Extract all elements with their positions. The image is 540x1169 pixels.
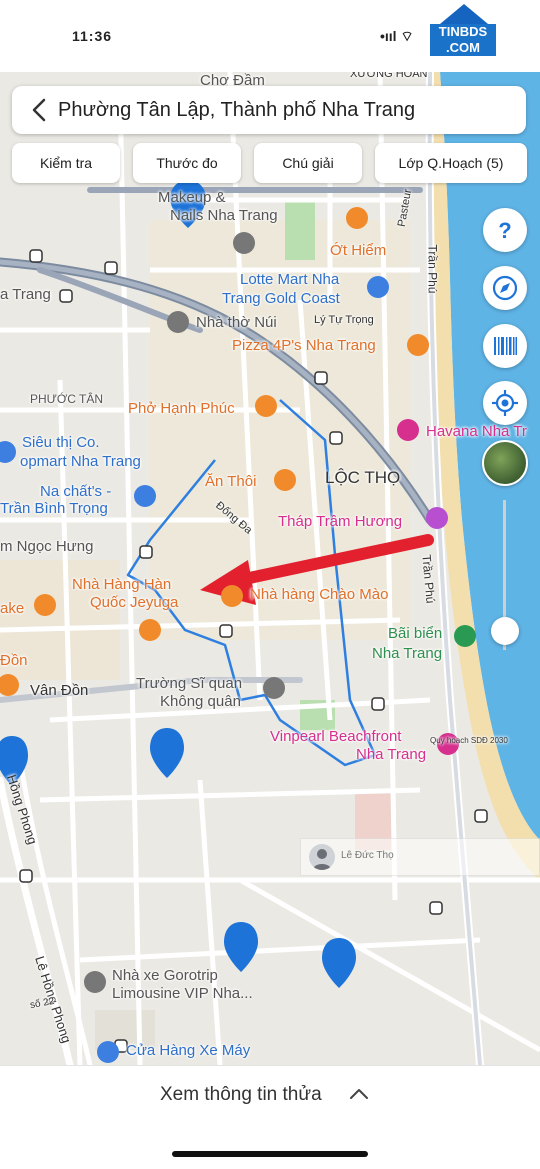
status-time: 11:36	[72, 28, 113, 44]
compass-icon	[492, 275, 518, 301]
label-bai-bien-1: Bãi biển	[388, 625, 443, 642]
label-truong-si-1: Trường Sĩ quan	[136, 675, 243, 692]
label-bai-bien-2: Nha Trang	[372, 645, 443, 662]
location-title: Phường Tân Lập, Thành phố Nha Trang	[58, 99, 416, 121]
svg-text:?: ?	[498, 218, 511, 243]
measure-button[interactable]: Thước đo	[133, 143, 241, 183]
label-an-thoi: Ăn Thôi	[205, 473, 257, 490]
label-sieuthi-2: opmart Nha Trang	[20, 453, 141, 470]
label-ngoc-hung: m Ngọc Hưng	[0, 538, 94, 555]
label-lotte-1: Lotte Mart Nha	[240, 271, 340, 288]
barcode-button[interactable]	[483, 324, 527, 368]
label-chao-mao: Nhà hàng Chào Mào	[250, 586, 389, 603]
label-xe-may: Cửa Hàng Xe Máy	[126, 1042, 251, 1059]
watermark-logo: TINBDS .COM	[430, 4, 496, 62]
house-icon	[440, 4, 488, 24]
label-pizza: Pizza 4P's Nha Trang	[232, 337, 376, 354]
label-loc-tho: LỘC THỌ	[325, 468, 401, 487]
label-makeup: Makeup &	[158, 189, 226, 206]
label-lotte-2: Trang Gold Coast	[222, 290, 340, 307]
label-van-don: Vân Đồn	[30, 682, 89, 699]
label-gorotrip-1: Nhà xe Gorotrip	[112, 967, 218, 984]
label-sieuthi-1: Siêu thị Co.	[22, 434, 100, 451]
label-nails: Nails Nha Trang	[170, 207, 278, 224]
watermark-line1: TINBDS	[438, 24, 488, 39]
status-bar: 11:36 •ııl ⌔ TINBDS .COM	[0, 0, 540, 72]
watermark-line2: .COM	[446, 40, 480, 55]
parcel-info-sheet[interactable]: Xem thông tin thửa	[0, 1065, 540, 1169]
label-ot-hiem: Ớt Hiểm	[330, 242, 387, 259]
satellite-basemap-toggle[interactable]	[482, 440, 528, 486]
avatar	[309, 844, 335, 870]
label-vinpearl-1: Vinpearl Beachfront	[270, 728, 402, 745]
label-vinpearl-2: Nha Trang	[356, 746, 427, 763]
barcode-icon	[494, 337, 517, 355]
person-icon	[313, 849, 331, 870]
locate-icon	[492, 390, 518, 416]
locate-button[interactable]	[483, 381, 527, 425]
label-nha-trang-left: a Trang	[0, 286, 51, 303]
label-phuoc-tan: PHƯỚC TÂN	[30, 392, 103, 406]
label-nh-han-1: Nhà Hàng Hàn	[72, 576, 172, 593]
back-arrow-icon[interactable]	[26, 96, 54, 124]
chevron-up-icon[interactable]	[348, 1086, 370, 1102]
status-icons: •ııl ⌔	[380, 28, 414, 44]
label-tran-binh-trong: Trần Bình Trọng	[0, 500, 108, 517]
check-button[interactable]: Kiểm tra	[12, 143, 120, 183]
parcel-info-label[interactable]: Xem thông tin thửa	[160, 1084, 322, 1106]
user-tag: Lê Đức Thọ	[300, 838, 540, 876]
label-nha-tho: Nhà thờ Núi	[196, 314, 277, 331]
legend-button[interactable]: Chú giải	[254, 143, 362, 183]
label-xuong-hoan: XƯƠNG HOAN	[350, 72, 428, 80]
layers-button[interactable]: Lớp Q.Hoạch (5)	[375, 143, 527, 183]
label-na-chats: Na chất's -	[40, 483, 112, 500]
user-name: Lê Đức Thọ	[341, 850, 394, 861]
label-pho: Phở Hạnh Phúc	[128, 400, 235, 417]
opacity-slider-thumb[interactable]	[491, 617, 519, 645]
label-thap-tram: Tháp Trầm Hương	[278, 513, 403, 530]
label-bake: ake	[0, 600, 25, 617]
compass-button[interactable]	[483, 266, 527, 310]
label-gorotrip-2: Limousine VIP Nha...	[112, 985, 253, 1002]
help-button[interactable]: ?	[483, 208, 527, 252]
label-don: Đồn	[0, 652, 28, 669]
location-header: Phường Tân Lập, Thành phố Nha Trang	[12, 86, 526, 134]
label-nh-han-2: Quốc Jeyuga	[90, 594, 179, 611]
home-indicator	[172, 1151, 368, 1157]
label-truong-si-2: Không quân	[160, 693, 241, 710]
label-havana: Havana Nha Tr	[426, 423, 527, 440]
question-icon: ?	[498, 218, 511, 243]
label-tran-phu-1: Trần Phú	[425, 244, 440, 294]
label-quy-hoach: Quy hoạch SDĐ 2030	[430, 736, 508, 745]
map-view[interactable]: Chợ Đầm XƯƠNG HOAN Makeup & Nails Nha Tr…	[0, 72, 540, 1065]
label-ly-tu-trong: Lý Tự Trọng	[314, 314, 374, 326]
